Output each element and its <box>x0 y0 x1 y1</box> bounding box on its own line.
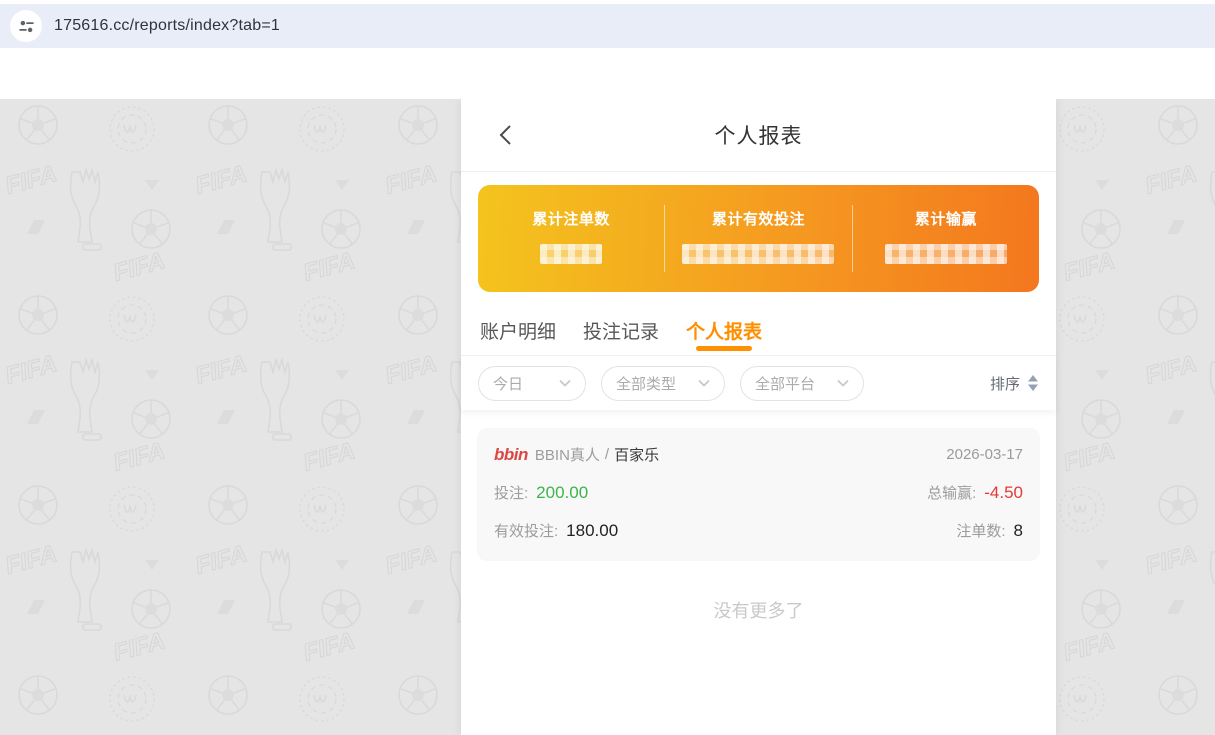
tab-label: 投注记录 <box>583 322 660 343</box>
page-title: 个人报表 <box>714 125 803 148</box>
tab-bar: 账户明细 投注记录 个人报表 <box>461 292 1056 356</box>
report-panel: 个人报表 累计注单数 累计有效投注 累计输赢 账户明细 投注记录 个人报表 今日… <box>461 99 1056 735</box>
summary-label: 累计有效投注 <box>711 211 805 228</box>
winloss-value: -4.50 <box>984 483 1023 502</box>
masked-value <box>540 244 603 264</box>
browser-address-bar[interactable]: 175616.cc/reports/index?tab=1 <box>0 4 1215 48</box>
bet-value: 200.00 <box>536 483 589 502</box>
field-label: 投注: <box>494 485 529 502</box>
type-filter-dropdown[interactable]: 全部类型 <box>601 365 725 401</box>
summary-win-loss: 累计输赢 <box>853 185 1039 292</box>
bet-count-field: 注单数: 8 <box>956 520 1023 541</box>
tab-personal-report[interactable]: 个人报表 <box>686 317 762 355</box>
platform-filter-dropdown[interactable]: 全部平台 <box>740 365 864 401</box>
tab-underline <box>696 346 753 351</box>
dropdown-label: 今日 <box>493 375 524 393</box>
dropdown-label: 全部类型 <box>616 375 677 393</box>
date-filter-dropdown[interactable]: 今日 <box>478 365 586 401</box>
page-background: FIFA FIFA 个人报表 累计注单数 <box>0 99 1215 735</box>
dropdown-label: 全部平台 <box>755 375 816 393</box>
field-label: 有效投注: <box>494 523 559 540</box>
chevron-down-icon <box>559 379 571 387</box>
tab-account-details[interactable]: 账户明细 <box>480 317 556 355</box>
summary-label: 累计输赢 <box>914 211 977 228</box>
tab-bet-records[interactable]: 投注记录 <box>583 317 659 355</box>
chevron-down-icon <box>837 379 849 387</box>
valid-bet-value: 180.00 <box>566 521 619 540</box>
masked-value <box>884 244 1007 264</box>
no-more-text: 没有更多了 <box>713 601 804 621</box>
field-label: 总输赢: <box>927 485 977 502</box>
summary-label: 累计注单数 <box>532 211 610 228</box>
masked-value <box>682 244 835 264</box>
summary-valid-bets: 累计有效投注 <box>665 185 851 292</box>
back-button[interactable] <box>491 99 520 171</box>
browser-topbar: 175616.cc/reports/index?tab=1 <box>0 0 1215 48</box>
chevron-down-icon <box>698 379 710 387</box>
panel-header: 个人报表 <box>461 99 1056 172</box>
bet-count-value: 8 <box>1013 521 1023 540</box>
separator: / <box>604 446 610 463</box>
url-text[interactable]: 175616.cc/reports/index?tab=1 <box>54 17 280 35</box>
valid-bet-field: 有效投注: 180.00 <box>494 520 618 541</box>
provider-name: BBIN真人 <box>534 447 600 464</box>
record-date: 2026-03-17 <box>946 446 1023 463</box>
sort-button[interactable]: 排序 <box>990 373 1039 394</box>
report-record-card[interactable]: bbin BBIN真人 / 百家乐 2026-03-17 投注: 200.00 … <box>477 428 1040 561</box>
game-name: 百家乐 <box>614 447 660 464</box>
bet-field: 投注: 200.00 <box>494 482 588 503</box>
summary-card: 累计注单数 累计有效投注 累计输赢 <box>478 185 1039 292</box>
sort-label: 排序 <box>989 375 1020 393</box>
bbin-logo: bbin <box>494 444 528 464</box>
field-label: 注单数: <box>956 523 1006 540</box>
record-row: 投注: 200.00 总输赢: -4.50 <box>494 482 1023 503</box>
filter-bar: 今日 全部类型 全部平台 排序 <box>461 356 1056 410</box>
site-settings-icon[interactable] <box>10 10 42 42</box>
record-row: 有效投注: 180.00 注单数: 8 <box>494 520 1023 541</box>
sort-arrows-icon <box>1028 375 1038 391</box>
winloss-field: 总输赢: -4.50 <box>927 482 1023 503</box>
tab-label: 账户明细 <box>480 322 557 343</box>
summary-total-bets: 累计注单数 <box>478 185 664 292</box>
chevron-left-icon <box>499 125 511 145</box>
record-header: bbin BBIN真人 / 百家乐 2026-03-17 <box>494 444 1023 465</box>
tab-label: 个人报表 <box>686 322 763 343</box>
